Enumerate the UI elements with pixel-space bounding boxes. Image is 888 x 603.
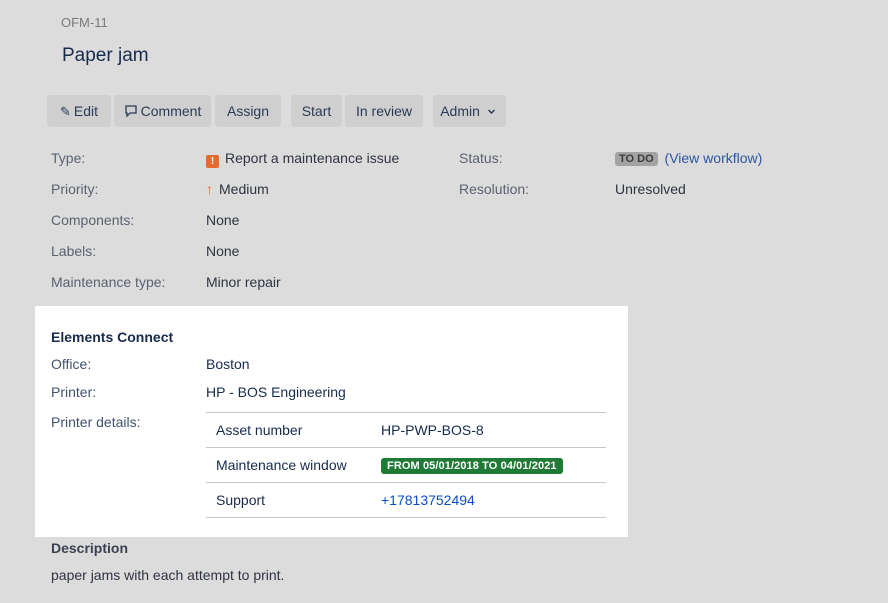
resolution-label: Resolution: — [459, 181, 530, 197]
edit-button[interactable]: ✎ Edit — [47, 95, 111, 127]
start-button-label: Start — [301, 103, 332, 119]
printer-details-table: Asset number HP-PWP-BOS-8 Maintenance wi… — [206, 412, 606, 518]
view-workflow-link[interactable]: View workflow — [669, 150, 757, 166]
table-row: Support +17813752494 — [206, 482, 606, 518]
maintenance-type-value: Minor repair — [206, 274, 281, 290]
type-label: Type: — [51, 150, 86, 166]
status-value: TO DO (View workflow) — [615, 150, 762, 166]
elements-connect-panel: Elements Connect Office: Boston Printer:… — [35, 306, 628, 537]
type-value: ! Report a maintenance issue — [206, 150, 399, 168]
admin-button-label: Admin — [440, 103, 480, 119]
in-review-button[interactable]: In review — [345, 95, 423, 127]
pencil-icon: ✎ — [59, 104, 71, 119]
table-row: Asset number HP-PWP-BOS-8 — [206, 412, 606, 447]
edit-button-label: Edit — [73, 103, 99, 119]
view-workflow-close: ) — [757, 150, 763, 166]
description-title: Description — [51, 540, 129, 556]
maintenance-window-label: Maintenance window — [216, 457, 347, 473]
start-button[interactable]: Start — [291, 95, 342, 127]
comment-button[interactable]: Comment — [114, 95, 211, 127]
components-value: None — [206, 212, 240, 228]
support-label: Support — [216, 492, 266, 508]
components-label: Components: — [51, 212, 135, 228]
labels-label: Labels: — [51, 243, 97, 259]
panel-title: Elements Connect — [51, 329, 174, 345]
in-review-button-label: In review — [355, 103, 413, 119]
office-label: Office: — [51, 356, 92, 372]
resolution-value: Unresolved — [615, 181, 686, 197]
status-badge: TO DO — [615, 152, 658, 166]
table-row: Maintenance window FROM 05/01/2018 TO 04… — [206, 447, 606, 482]
printer-details-label: Printer details: — [51, 414, 141, 430]
labels-value: None — [206, 243, 240, 259]
asset-number-label: Asset number — [216, 422, 303, 438]
priority-value-text: Medium — [219, 181, 269, 197]
issue-title: Paper jam — [62, 45, 149, 66]
issue-key[interactable]: OFM-11 — [61, 15, 108, 30]
chevron-down-icon — [487, 109, 495, 115]
maintenance-window-badge: FROM 05/01/2018 TO 04/01/2021 — [381, 458, 563, 474]
printer-value: HP - BOS Engineering — [206, 384, 346, 400]
arrow-up-icon: ↑ — [206, 181, 213, 197]
priority-value: ↑ Medium — [206, 181, 269, 197]
admin-button[interactable]: Admin — [433, 95, 506, 127]
description-text[interactable]: paper jams with each attempt to print. — [51, 567, 284, 583]
assign-button-label: Assign — [226, 103, 270, 119]
comment-button-label: Comment — [140, 103, 202, 119]
priority-label: Priority: — [51, 181, 99, 197]
maintenance-type-label: Maintenance type: — [51, 274, 166, 290]
comment-icon — [125, 105, 137, 118]
printer-label: Printer: — [51, 384, 97, 400]
support-phone-link[interactable]: +17813752494 — [381, 492, 475, 508]
type-value-text: Report a maintenance issue — [225, 150, 400, 166]
asset-number-value: HP-PWP-BOS-8 — [381, 422, 484, 438]
office-value: Boston — [206, 356, 250, 372]
status-label: Status: — [459, 150, 503, 166]
alert-icon: ! — [206, 155, 219, 168]
assign-button[interactable]: Assign — [215, 95, 281, 127]
